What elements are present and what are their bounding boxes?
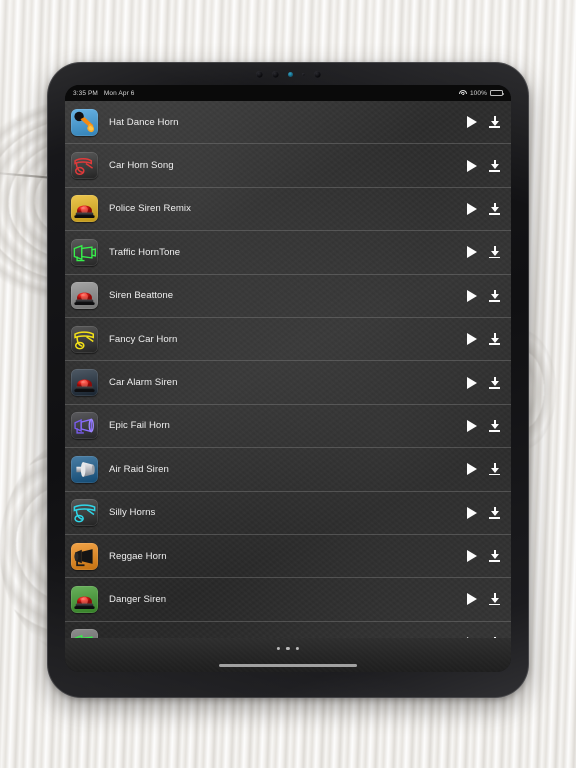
list-item[interactable]: Traffic HornTone xyxy=(65,231,511,275)
battery-full-icon xyxy=(490,89,505,97)
camera-strip xyxy=(225,68,351,80)
play-icon[interactable] xyxy=(467,506,477,519)
mic-dot-icon xyxy=(301,72,305,76)
silly-horns-cyan-icon[interactable] xyxy=(71,499,98,527)
home-indicator[interactable] xyxy=(219,663,357,667)
list-item-actions xyxy=(467,419,502,432)
play-icon[interactable] xyxy=(467,419,477,432)
download-icon[interactable] xyxy=(489,593,500,606)
download-icon[interactable] xyxy=(489,202,500,215)
battery-percent-label: 100% xyxy=(469,89,487,97)
download-icon[interactable] xyxy=(489,550,500,563)
list-item-actions xyxy=(467,550,502,563)
status-bar-right: 100% xyxy=(458,89,505,97)
list-item-actions xyxy=(467,463,502,476)
traffic-horn-green-icon[interactable] xyxy=(71,238,98,266)
play-icon[interactable] xyxy=(467,159,477,172)
list-item[interactable] xyxy=(65,622,511,638)
download-icon[interactable] xyxy=(489,289,500,302)
list-item[interactable]: Fancy Car Horn xyxy=(65,318,511,362)
list-item-title: Danger Siren xyxy=(109,593,167,605)
download-icon[interactable] xyxy=(489,463,500,476)
bottom-bar xyxy=(65,638,511,672)
download-icon[interactable] xyxy=(489,116,500,129)
car-horn-red-icon[interactable] xyxy=(71,152,98,180)
list-item-actions xyxy=(467,202,502,215)
list-item[interactable]: Siren Beattone xyxy=(65,275,511,318)
status-time: 3:35 PM xyxy=(73,89,98,97)
list-item[interactable]: Air Raid Siren xyxy=(65,448,511,492)
status-bar: 3:35 PM Mon Apr 6 100% xyxy=(65,85,511,101)
fancy-horn-yellow-icon[interactable] xyxy=(71,325,98,353)
list-item-title: Police Siren Remix xyxy=(109,203,191,215)
list-item-title: Car Horn Song xyxy=(109,160,174,172)
page-dot[interactable] xyxy=(295,647,300,651)
play-icon[interactable] xyxy=(467,593,477,606)
alarm-siren-dark-icon[interactable] xyxy=(71,369,98,397)
status-bar-left: 3:35 PM Mon Apr 6 xyxy=(73,90,134,97)
list-item-title: Epic Fail Horn xyxy=(109,420,170,432)
list-item-actions xyxy=(467,593,502,606)
download-icon[interactable] xyxy=(489,419,500,432)
page-indicator-dots[interactable] xyxy=(276,647,300,651)
list-item[interactable]: Car Alarm Siren xyxy=(65,361,511,405)
page-dot[interactable] xyxy=(276,647,281,651)
list-item[interactable]: Car Horn Song xyxy=(65,144,511,188)
download-icon[interactable] xyxy=(489,333,500,346)
page-dot[interactable] xyxy=(286,647,290,651)
list-item-actions xyxy=(467,506,502,519)
download-icon[interactable] xyxy=(489,159,500,172)
play-icon[interactable] xyxy=(467,116,477,129)
list-item[interactable]: Danger Siren xyxy=(65,578,511,622)
camera-dot-icon xyxy=(271,70,279,78)
list-item-actions xyxy=(467,246,502,259)
tablet-screen: 3:35 PM Mon Apr 6 100% Hat Dance Horn Ca… xyxy=(65,85,511,672)
epic-fail-horn-icon[interactable] xyxy=(71,412,98,440)
play-icon[interactable] xyxy=(467,246,477,259)
list-item[interactable]: Silly Horns xyxy=(65,492,511,535)
list-item[interactable]: Hat Dance Horn xyxy=(65,101,511,145)
list-item[interactable]: Reggae Horn xyxy=(65,535,511,579)
play-icon[interactable] xyxy=(467,289,477,302)
air-horn-blue-icon[interactable] xyxy=(71,108,98,136)
play-icon[interactable] xyxy=(467,376,477,389)
sensor-dot-icon xyxy=(255,70,263,78)
list-item-title: Siren Beattone xyxy=(109,290,174,302)
list-item[interactable]: Police Siren Remix xyxy=(65,188,511,232)
list-item-title: Air Raid Siren xyxy=(109,463,169,475)
status-date: Mon Apr 6 xyxy=(103,89,135,97)
list-item-actions xyxy=(467,159,502,172)
list-item-actions xyxy=(467,289,502,302)
danger-siren-green-icon[interactable] xyxy=(71,585,98,613)
reggae-horn-orange-icon[interactable] xyxy=(71,542,98,570)
list-item-actions xyxy=(467,333,502,346)
play-icon[interactable] xyxy=(467,202,477,215)
list-item-title: Reggae Horn xyxy=(109,550,167,562)
partial-row-icon[interactable] xyxy=(71,629,98,638)
list-item-title: Car Alarm Siren xyxy=(109,377,178,389)
siren-red-gray-icon[interactable] xyxy=(71,282,98,310)
air-raid-speaker-icon[interactable] xyxy=(71,455,98,483)
list-item-title: Fancy Car Horn xyxy=(109,333,178,345)
download-icon[interactable] xyxy=(489,246,500,259)
play-icon[interactable] xyxy=(467,463,477,476)
download-icon[interactable] xyxy=(489,376,500,389)
play-icon[interactable] xyxy=(467,550,477,563)
wifi-icon xyxy=(458,89,467,97)
police-beacon-yellow-icon[interactable] xyxy=(71,195,98,223)
sound-list[interactable]: Hat Dance Horn Car Horn Song Police Sire… xyxy=(65,101,511,638)
list-item-title: Hat Dance Horn xyxy=(109,116,179,128)
list-item[interactable]: Epic Fail Horn xyxy=(65,405,511,449)
list-item-actions xyxy=(467,376,502,389)
camera-dot-icon xyxy=(313,70,321,78)
tablet-device: 3:35 PM Mon Apr 6 100% Hat Dance Horn Ca… xyxy=(47,62,529,698)
play-icon[interactable] xyxy=(467,333,477,346)
list-item-title: Silly Horns xyxy=(109,507,156,519)
list-item-actions xyxy=(467,116,502,129)
list-item-title: Traffic HornTone xyxy=(109,246,181,258)
download-icon[interactable] xyxy=(489,506,500,519)
indicator-dot-icon xyxy=(287,71,293,77)
